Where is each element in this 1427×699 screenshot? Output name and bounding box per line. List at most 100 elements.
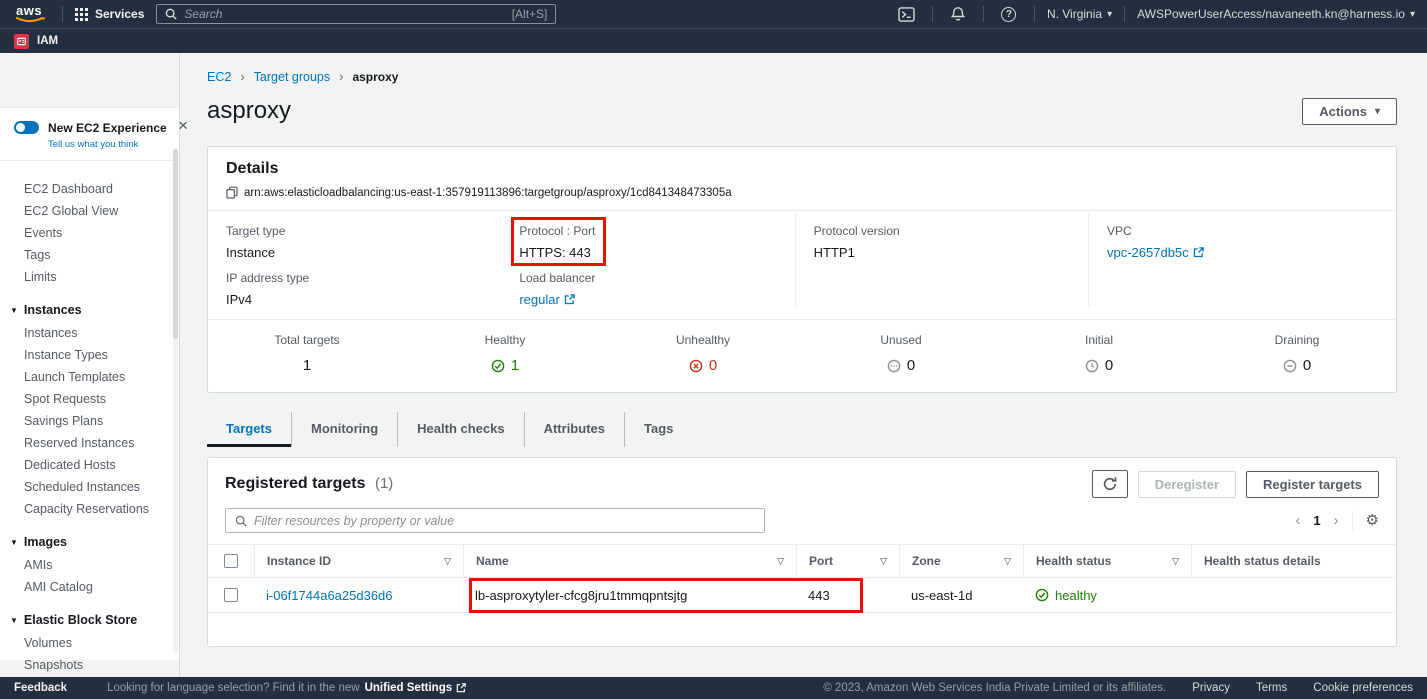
- sort-icon[interactable]: ▽: [1172, 556, 1179, 567]
- load-balancer-link[interactable]: regular: [519, 292, 574, 307]
- vpc-link[interactable]: vpc-2657db5c: [1107, 245, 1204, 260]
- sidebar-item-savings-plans[interactable]: Savings Plans: [0, 410, 179, 432]
- region-selector[interactable]: N. Virginia ▾: [1047, 7, 1112, 21]
- sidebar-item-instance-types[interactable]: Instance Types: [0, 344, 179, 366]
- breadcrumb-target-groups[interactable]: Target groups: [254, 70, 330, 84]
- column-zone[interactable]: Zone ▽: [899, 545, 1023, 577]
- cookie-preferences-link[interactable]: Cookie preferences: [1313, 682, 1413, 694]
- aws-smile-icon: [14, 16, 48, 25]
- instance-id-link[interactable]: i-06f1744a6a25d36d6: [266, 588, 393, 603]
- services-label: Services: [95, 7, 144, 21]
- instance-id-cell: i-06f1744a6a25d36d6: [254, 588, 463, 603]
- tab-health-checks[interactable]: Health checks: [397, 412, 523, 447]
- field-protocol-port: Protocol : Port HTTPS: 443: [519, 224, 776, 260]
- sort-icon[interactable]: ▽: [1004, 556, 1011, 567]
- field-label: VPC: [1107, 224, 1378, 238]
- column-label: Health status details: [1204, 554, 1321, 568]
- sidebar-item-amis[interactable]: AMIs: [0, 554, 179, 576]
- cloudshell-button[interactable]: [894, 7, 920, 22]
- footer: Feedback Looking for language selection?…: [0, 677, 1427, 699]
- column-name[interactable]: Name ▽: [463, 545, 796, 577]
- details-column-4: VPC vpc-2657db5c: [1088, 213, 1396, 307]
- caret-down-icon: ▼: [10, 306, 18, 315]
- sidebar-section-elastic-block-store[interactable]: ▼ Elastic Block Store: [0, 607, 179, 632]
- register-targets-button[interactable]: Register targets: [1246, 471, 1379, 498]
- field-value: HTTPS: 443: [519, 245, 776, 260]
- sidebar-item-limits[interactable]: Limits: [0, 266, 179, 288]
- notifications-button[interactable]: [945, 6, 971, 22]
- tab-bar: Targets Monitoring Health checks Attribu…: [207, 412, 1397, 447]
- name-cell: lb-asproxytyler-cfcg8jru1tmmqpntsjtg: [463, 588, 796, 603]
- sidebar-item-instances[interactable]: Instances: [0, 322, 179, 344]
- unified-settings-link[interactable]: Unified Settings: [365, 682, 467, 694]
- tab-attributes[interactable]: Attributes: [524, 412, 624, 447]
- sidebar-item-ami-catalog[interactable]: AMI Catalog: [0, 576, 179, 598]
- favorites-iam-link[interactable]: IAM: [37, 35, 58, 47]
- top-navigation: aws Services Search [Alt+S] ? N. Virgini…: [0, 0, 1427, 28]
- column-instance-id[interactable]: Instance ID ▽: [254, 545, 463, 577]
- sidebar-item-launch-templates[interactable]: Launch Templates: [0, 366, 179, 388]
- sidebar-section-label: Images: [24, 535, 67, 549]
- previous-page-icon[interactable]: ‹: [1295, 513, 1300, 528]
- row-select-cell: [208, 588, 254, 602]
- targets-summary: Total targets 1 Healthy 1 Unhealthy 0: [208, 320, 1396, 392]
- deregister-button[interactable]: Deregister: [1138, 471, 1236, 498]
- actions-button[interactable]: Actions ▾: [1302, 98, 1397, 125]
- summary-unhealthy: Unhealthy 0: [604, 333, 802, 374]
- column-health-status[interactable]: Health status ▽: [1023, 545, 1191, 577]
- filter-input[interactable]: Filter resources by property or value: [225, 508, 765, 533]
- sidebar-item-ec2-global-view[interactable]: EC2 Global View: [0, 200, 179, 222]
- search-placeholder: Search: [184, 7, 504, 21]
- sidebar-item-dedicated-hosts[interactable]: Dedicated Hosts: [0, 454, 179, 476]
- sidebar-item-ec2-dashboard[interactable]: EC2 Dashboard: [0, 178, 179, 200]
- sort-icon[interactable]: ▽: [444, 556, 451, 567]
- services-menu-button[interactable]: Services: [75, 7, 144, 21]
- privacy-link[interactable]: Privacy: [1192, 682, 1230, 694]
- sort-icon[interactable]: ▽: [777, 556, 784, 567]
- sidebar-item-snapshots[interactable]: Snapshots: [0, 654, 179, 676]
- sidebar-section-images[interactable]: ▼ Images: [0, 529, 179, 554]
- select-all-checkbox[interactable]: [224, 554, 238, 568]
- gear-icon[interactable]: ⚙: [1366, 513, 1379, 528]
- sidebar-section-label: Instances: [24, 303, 82, 317]
- account-menu[interactable]: AWSPowerUserAccess/navaneeth.kn@harness.…: [1137, 7, 1415, 21]
- feedback-link[interactable]: Feedback: [14, 682, 67, 694]
- tab-monitoring[interactable]: Monitoring: [291, 412, 397, 447]
- refresh-button[interactable]: [1092, 470, 1128, 498]
- page-title: asproxy: [207, 97, 291, 125]
- column-port[interactable]: Port ▽: [796, 545, 899, 577]
- tab-tags[interactable]: Tags: [624, 412, 692, 447]
- new-experience-toggle[interactable]: [14, 121, 39, 134]
- chevron-right-icon: ›: [240, 69, 244, 84]
- tell-us-link[interactable]: Tell us what you think: [48, 139, 167, 150]
- copy-icon[interactable]: [226, 186, 238, 199]
- sidebar-item-events[interactable]: Events: [0, 222, 179, 244]
- sidebar-item-tags[interactable]: Tags: [0, 244, 179, 266]
- terms-link[interactable]: Terms: [1256, 682, 1287, 694]
- favorites-bar: IAM: [0, 28, 1427, 53]
- row-checkbox[interactable]: [224, 588, 238, 602]
- registered-targets-card: Registered targets (1) Deregister Regist…: [207, 457, 1397, 647]
- help-icon: ?: [1001, 7, 1016, 22]
- sidebar-item-reserved-instances[interactable]: Reserved Instances: [0, 432, 179, 454]
- tab-targets[interactable]: Targets: [207, 412, 291, 447]
- sidebar-top-spacer: [0, 53, 179, 108]
- table-row: i-06f1744a6a25d36d6 lb-asproxytyler-cfcg…: [208, 578, 1396, 613]
- sidebar-item-scheduled-instances[interactable]: Scheduled Instances: [0, 476, 179, 498]
- page-number[interactable]: 1: [1313, 513, 1320, 528]
- sort-icon[interactable]: ▽: [880, 556, 887, 567]
- help-button[interactable]: ?: [996, 7, 1022, 22]
- sidebar-scrollbar-thumb[interactable]: [173, 149, 178, 339]
- breadcrumb-ec2[interactable]: EC2: [207, 70, 231, 84]
- sidebar-section-instances[interactable]: ▼ Instances: [0, 297, 179, 322]
- field-target-type: Target type Instance: [226, 224, 483, 260]
- aws-logo[interactable]: aws: [12, 2, 50, 26]
- caret-down-icon: ▼: [10, 538, 18, 547]
- sidebar-item-spot-requests[interactable]: Spot Requests: [0, 388, 179, 410]
- sidebar-item-capacity-reservations[interactable]: Capacity Reservations: [0, 498, 179, 520]
- global-search-input[interactable]: Search [Alt+S]: [156, 4, 556, 24]
- next-page-icon[interactable]: ›: [1334, 513, 1339, 528]
- nav-divider: [1124, 6, 1125, 22]
- arn-value: arn:aws:elasticloadbalancing:us-east-1:3…: [244, 187, 732, 199]
- sidebar-item-volumes[interactable]: Volumes: [0, 632, 179, 654]
